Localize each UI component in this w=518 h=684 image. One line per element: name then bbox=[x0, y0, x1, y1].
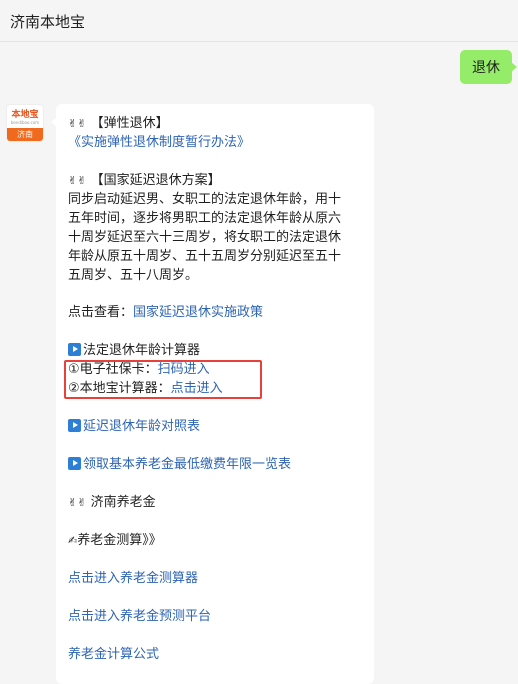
pension-formula-link[interactable]: 养老金计算公式 bbox=[68, 645, 159, 664]
avatar-logo: 本地宝 bendibao.com bbox=[7, 105, 43, 129]
highlight-box bbox=[64, 360, 262, 399]
policy-paragraph-line: 同步启动延迟男、女职工的法定退休年龄，用十 bbox=[68, 192, 342, 207]
victory-hand-icon: ✌✌ bbox=[68, 496, 87, 509]
calculator-title-row: 法定退休年龄计算器 bbox=[68, 341, 200, 360]
pension-calculator-link[interactable]: 点击进入养老金测算器 bbox=[68, 569, 198, 588]
policy-paragraph-line: 五年时间，逐步将男职工的法定退休年龄从原六 bbox=[68, 211, 342, 226]
play-icon bbox=[68, 457, 81, 470]
view-label: 点击查看： bbox=[68, 305, 134, 320]
min-years-table-link[interactable]: 领取基本养老金最低缴费年限一览表 bbox=[83, 457, 291, 472]
sent-message-bubble[interactable]: 退休 bbox=[460, 50, 517, 84]
pension-section-row: ✌✌ 济南养老金 bbox=[68, 493, 156, 512]
chat-header: 济南本地宝 bbox=[0, 0, 518, 42]
victory-hand-icon: ✌✌ bbox=[68, 174, 87, 187]
avatar-domain: bendibao.com bbox=[10, 119, 40, 125]
view-policy-row: 点击查看：国家延迟退休实施政策 bbox=[68, 303, 263, 322]
policy-paragraph-line: 十周岁延迟至六十三周岁，将女职工的法定退休 bbox=[68, 230, 342, 245]
policy-paragraph-line: 年龄从原五十周岁、五十五周岁分别延迟至五十 bbox=[68, 249, 342, 264]
section-flexible-retirement: ✌✌ 【弹性退休】 bbox=[68, 114, 169, 133]
avatar[interactable]: 本地宝 bendibao.com 济南 bbox=[6, 104, 44, 142]
policy-paragraph-line: 五周岁、五十八周岁。 bbox=[68, 268, 199, 283]
avatar-city: 济南 bbox=[7, 128, 43, 141]
avatar-brand: 本地宝 bbox=[11, 109, 39, 120]
writing-hand-icon: ✍ bbox=[68, 534, 78, 547]
age-table-row: 延迟退休年龄对照表 bbox=[68, 417, 200, 436]
pension-calc-label: 养老金测算》》 bbox=[77, 533, 162, 548]
play-icon bbox=[68, 343, 81, 356]
sent-message-text: 退休 bbox=[472, 60, 500, 76]
pension-calc-row: ✍养老金测算》》 bbox=[68, 531, 162, 550]
min-years-table-row: 领取基本养老金最低缴费年限一览表 bbox=[68, 455, 291, 474]
view-policy-link[interactable]: 国家延迟退休实施政策 bbox=[133, 305, 263, 320]
victory-hand-icon: ✌✌ bbox=[68, 117, 87, 130]
age-table-link[interactable]: 延迟退休年龄对照表 bbox=[83, 419, 200, 434]
calculator-title: 法定退休年龄计算器 bbox=[83, 343, 201, 358]
section-title: 【弹性退休】 bbox=[90, 116, 169, 131]
flexible-retirement-link[interactable]: 《实施弹性退休制度暂行办法》 bbox=[68, 133, 250, 152]
section-title: 【国家延迟退休方案】 bbox=[90, 173, 221, 188]
chat-title: 济南本地宝 bbox=[10, 13, 86, 31]
play-icon bbox=[68, 419, 81, 432]
section-delay-retirement: ✌✌ 【国家延迟退休方案】 bbox=[68, 171, 221, 190]
pension-title: 济南养老金 bbox=[90, 495, 156, 510]
pension-forecast-link[interactable]: 点击进入养老金预测平台 bbox=[68, 607, 211, 626]
